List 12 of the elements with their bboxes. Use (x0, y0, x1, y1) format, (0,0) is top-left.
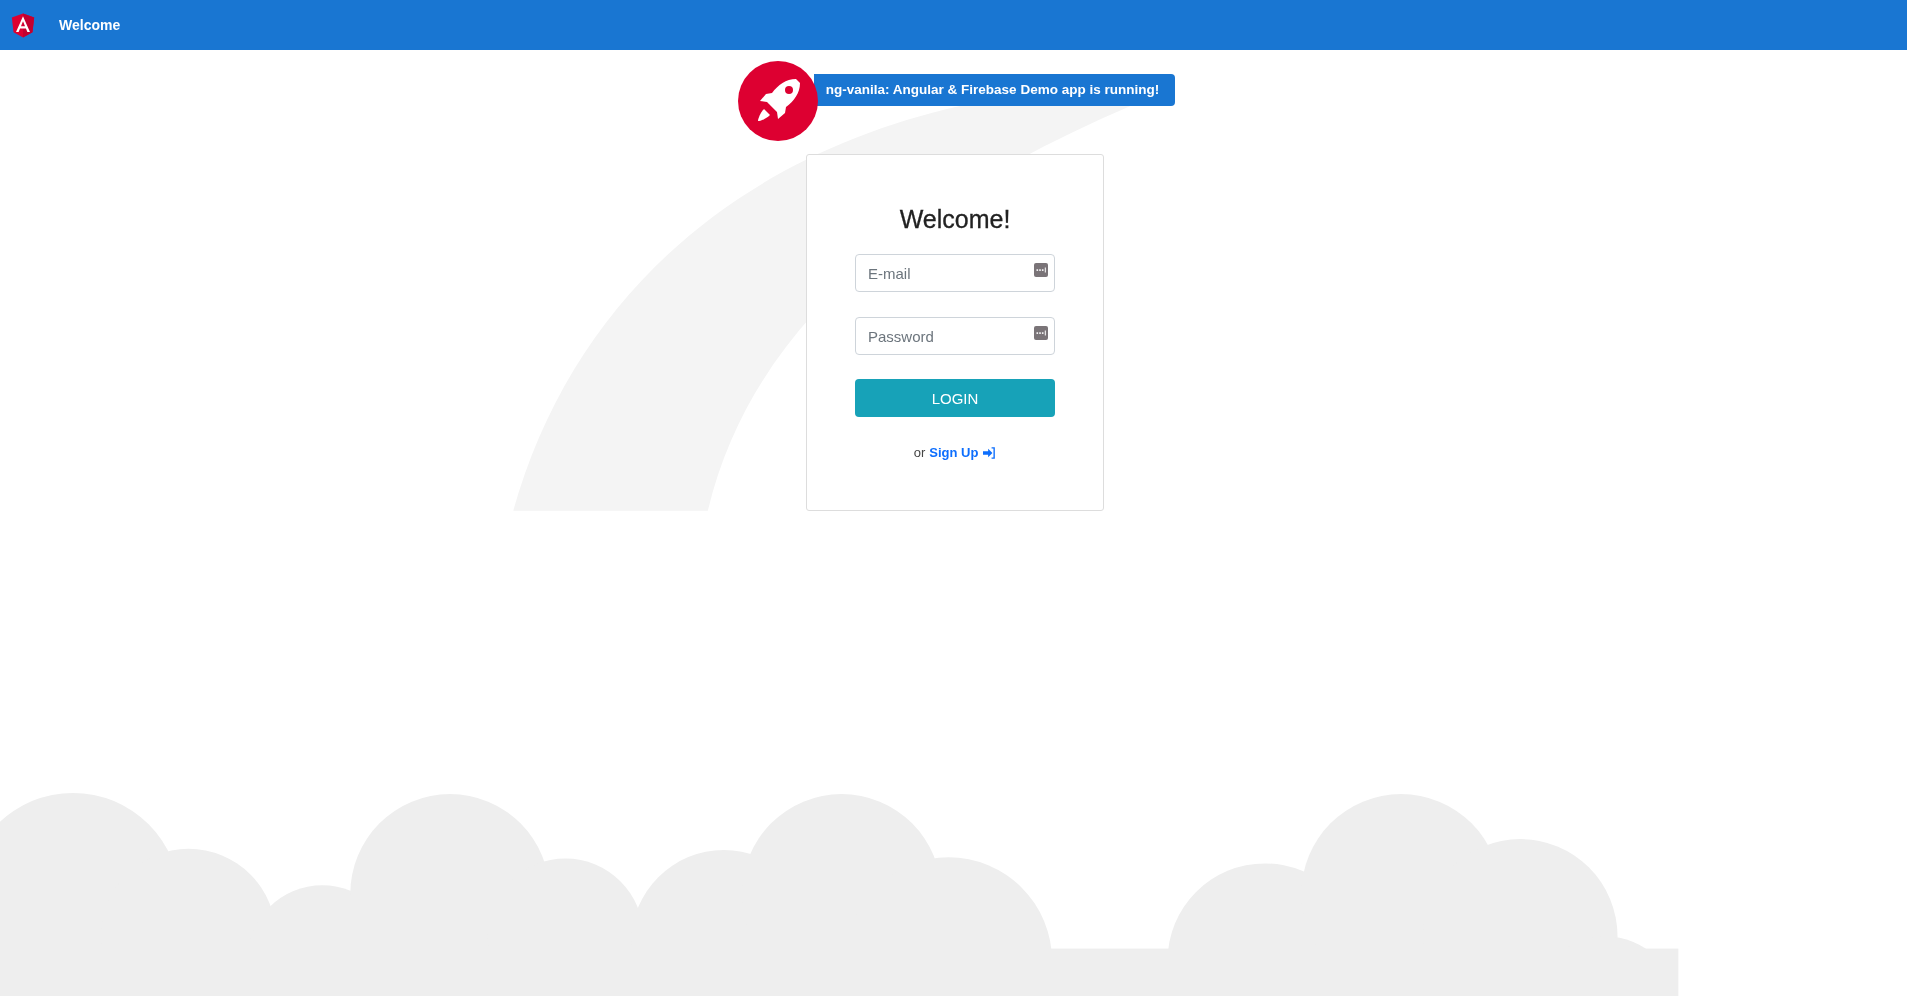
signup-prefix: or (913, 445, 926, 460)
rocket-icon (737, 61, 818, 141)
signup-link[interactable]: Sign Up (929, 445, 997, 460)
password-manager-icon[interactable] (1034, 326, 1048, 340)
login-button[interactable]: LOGIN (855, 379, 1055, 417)
text-field[interactable]: E-mail (855, 254, 1055, 292)
text-field[interactable]: Password (855, 317, 1055, 355)
sign-in-icon (982, 446, 997, 459)
card-heading: Welcome! (899, 205, 1011, 234)
toolbar-title: Welcome (59, 17, 121, 33)
password-manager-icon[interactable] (1034, 263, 1048, 277)
status-banner: ng-vanila: Angular & Firebase Demo app is running! (813, 74, 1176, 106)
